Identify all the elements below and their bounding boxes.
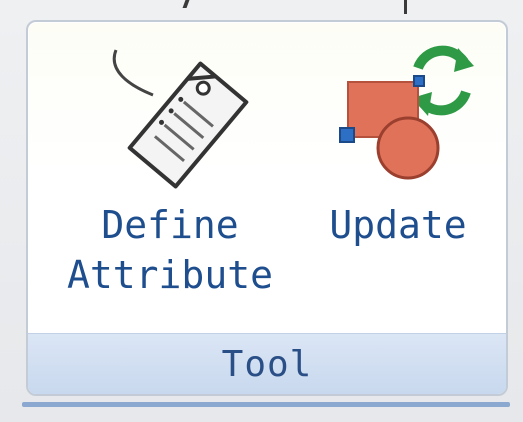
ribbon-separator-fragment <box>404 0 407 14</box>
ribbon-separator-fragment <box>182 0 190 8</box>
update-button[interactable]: Update <box>310 40 486 290</box>
update-shapes-icon <box>339 45 474 180</box>
tag-icon <box>112 49 249 189</box>
define-attribute-label-line2: Attribute <box>67 253 273 297</box>
ribbon-group-tool: Define Attribute Update Tool <box>26 20 508 396</box>
update-label: Update <box>329 203 467 247</box>
define-attribute-label-line1: Define <box>101 203 239 247</box>
define-attribute-label: Define Attribute <box>50 200 290 300</box>
ribbon-group-footer: Tool <box>28 333 506 394</box>
group-label-tool: Tool <box>221 343 313 385</box>
ribbon-bottom-divider <box>22 402 510 407</box>
define-attribute-button[interactable]: Define Attribute <box>50 40 290 330</box>
ribbon-area: Define Attribute Update Tool <box>0 0 523 422</box>
